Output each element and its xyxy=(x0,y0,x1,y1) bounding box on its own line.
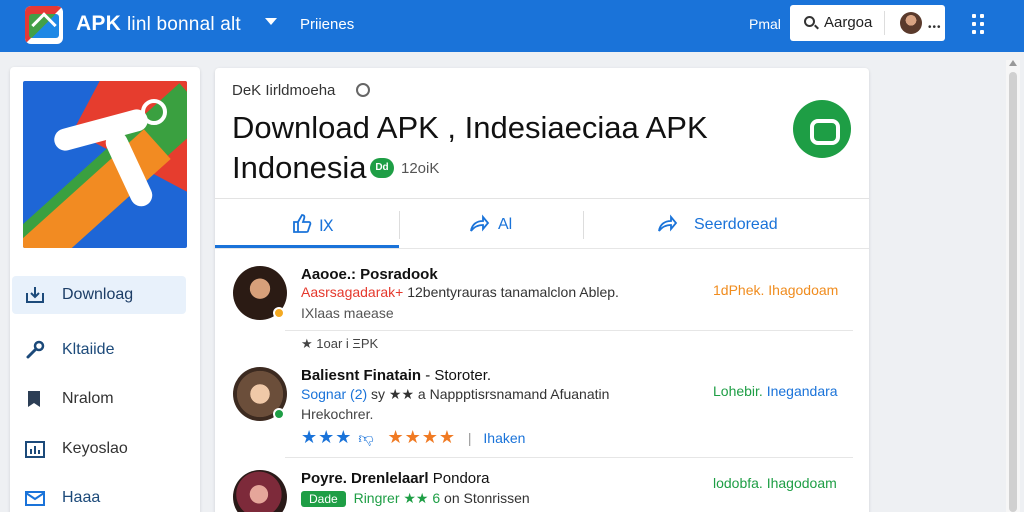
reviewer-role: Pondora xyxy=(432,470,490,487)
chart-icon xyxy=(25,441,45,458)
status-badge: Dade xyxy=(301,491,346,507)
review-rating-row: ★★★ 👎︎ ★★★★ | Ihaken xyxy=(301,427,525,448)
more-icon[interactable]: ••• xyxy=(928,22,942,33)
bookmark-icon xyxy=(28,391,40,407)
location-b[interactable]: Ihagodoam xyxy=(767,475,837,491)
app-title-bold: APK xyxy=(76,12,121,35)
sidebar-item-label: Keyoslao xyxy=(62,440,128,457)
reviewer-name-text: Baliesnt Finatain xyxy=(301,367,422,384)
review-location: 1dPhek. Ihagodoam xyxy=(713,282,838,298)
list-item[interactable]: Poyre. Drenlelaarl Pondora Dade Ringrer … xyxy=(215,468,869,512)
review-rating: ★ 1oar i ΞPK xyxy=(301,336,379,351)
sidebar-item-label: Kltaiide xyxy=(62,341,115,358)
page-title: Download APK , Indesiaeciaa APK Indonesi… xyxy=(232,110,708,185)
divider xyxy=(215,198,869,199)
app-detail-card: DeK Iirldmoeha Download APK , Indesiaeci… xyxy=(215,68,869,512)
reviewer-role: - Storoter. xyxy=(425,367,492,384)
thumbs-up-icon xyxy=(293,214,312,233)
divider xyxy=(884,11,885,35)
forward-icon xyxy=(658,214,678,232)
reviewer-name[interactable]: Aaooe.: Posradook xyxy=(301,266,438,283)
review-meta: Hrekochrer. xyxy=(301,406,374,422)
star-rating-orange: ★★★★ xyxy=(387,427,456,447)
install-button[interactable] xyxy=(793,100,851,158)
location-a: Lohebir. xyxy=(713,383,763,399)
review-text: Dade Ringrer ★★ 6 on Stonrissen xyxy=(301,490,530,507)
review-text: Sognar (2) sy ★★ a Nappptisrsnamand Afua… xyxy=(301,386,609,403)
search-account-box[interactable]: Aargoa ••• xyxy=(790,5,945,41)
nav-link-pmal[interactable]: Pmal xyxy=(749,16,781,32)
sidebar-item-label: Nralom xyxy=(62,390,114,407)
download-count: 12oiK xyxy=(401,160,440,177)
location-b[interactable]: Ihagodoam xyxy=(768,282,838,298)
app-icon-image xyxy=(23,81,187,248)
avatar[interactable] xyxy=(233,470,287,512)
scroll-up-icon[interactable] xyxy=(1009,60,1017,66)
app-title[interactable]: APK linl bonnal alt xyxy=(76,12,241,36)
reviewer-name[interactable]: Poyre. Drenlelaarl Pondora xyxy=(301,470,489,487)
scrollbar[interactable] xyxy=(1006,60,1020,512)
divider xyxy=(285,457,853,458)
tab-share[interactable]: Al xyxy=(400,200,583,248)
sidebar-item-keyoslao[interactable]: Keyoslao xyxy=(12,430,186,468)
review-location: Lohebir. Inegandara xyxy=(713,383,838,399)
thumbs-icon[interactable]: 👎︎ xyxy=(358,430,373,447)
search-icon[interactable] xyxy=(804,16,815,27)
list-item[interactable]: Baliesnt Finatain - Storoter. Sognar (2)… xyxy=(215,365,869,460)
sidebar-item-download[interactable]: Downlоag xyxy=(12,276,186,314)
tab-label: Seerdoread xyxy=(694,216,778,233)
top-app-bar: APK linl bonnal alt Priienes Pmal Aargoa… xyxy=(0,0,1024,52)
reviewer-name-text: Poyre. Drenlelaarl xyxy=(301,470,429,487)
status-dot-icon xyxy=(273,307,285,319)
tab-seerdoread[interactable]: Seerdoread xyxy=(584,200,869,248)
download-icon xyxy=(26,287,44,303)
tab-like[interactable]: Ⅸ xyxy=(215,200,399,248)
avatar[interactable] xyxy=(900,12,922,34)
list-item[interactable]: Aaooe.: Posradook Aasrsagadarak+ 12benty… xyxy=(215,264,869,359)
nav-link-priienes[interactable]: Priienes xyxy=(300,16,354,33)
sidebar-item-haaa[interactable]: Haaa xyxy=(12,479,186,512)
review-text: Aasrsagadarak+ 12bentyrauras tanamalclon… xyxy=(301,284,619,300)
review-tag: Ringrer ★★ 6 xyxy=(353,490,441,506)
review-body: 12bentyrauras tanamalclon Ablep. xyxy=(407,284,619,300)
review-link[interactable]: Ihaken xyxy=(483,430,525,446)
review-body: on Stonrissen xyxy=(444,490,530,506)
mail-icon xyxy=(25,491,45,506)
review-tag: Sognar (2) xyxy=(301,386,368,402)
review-location: lodobfa. Ihagodoam xyxy=(713,475,837,491)
search-input[interactable]: Aargoa xyxy=(824,14,872,31)
sidebar-item-nralom[interactable]: Nralom xyxy=(12,380,186,418)
review-body: sy ★★ a Nappptisrsnamand Afuanatin xyxy=(371,386,610,402)
reviewer-name[interactable]: Baliesnt Finatain - Storoter. xyxy=(301,367,491,384)
apps-grid-icon[interactable] xyxy=(972,14,984,34)
review-tag: Aasrsagadarak+ xyxy=(301,284,404,300)
scrollbar-thumb[interactable] xyxy=(1009,72,1017,512)
sidebar-item-label: Downlоag xyxy=(62,286,134,303)
star-rating-blue: ★★★ xyxy=(301,427,353,447)
sidebar-item-label: Haaa xyxy=(62,489,101,506)
review-meta: IXlaas maease xyxy=(301,305,394,321)
divider xyxy=(215,248,869,249)
status-dot-icon xyxy=(273,408,285,420)
tab-label: Ⅸ xyxy=(319,218,334,235)
divider: | xyxy=(467,430,472,446)
info-icon[interactable] xyxy=(356,83,370,97)
wrench-icon xyxy=(26,340,45,359)
status-badge: Dd xyxy=(370,158,394,178)
chevron-down-icon[interactable] xyxy=(265,18,277,25)
breadcrumb[interactable]: DeK Iirldmoeha xyxy=(232,82,335,99)
location-a: 1dPhek. xyxy=(713,282,765,298)
tab-label: Al xyxy=(498,216,513,233)
sidebar-item-kltaiide[interactable]: Kltaiide xyxy=(12,331,186,369)
share-icon xyxy=(470,214,490,232)
sidebar: Downlоag Kltaiide Nralom Keyoslao Haaa xyxy=(10,67,200,512)
apk-logo-icon[interactable] xyxy=(25,6,63,44)
location-b[interactable]: Inegandara xyxy=(767,383,838,399)
location-a: lodobfa. xyxy=(713,475,763,491)
app-title-rest: linl bonnal alt xyxy=(127,14,241,35)
divider xyxy=(285,330,853,331)
